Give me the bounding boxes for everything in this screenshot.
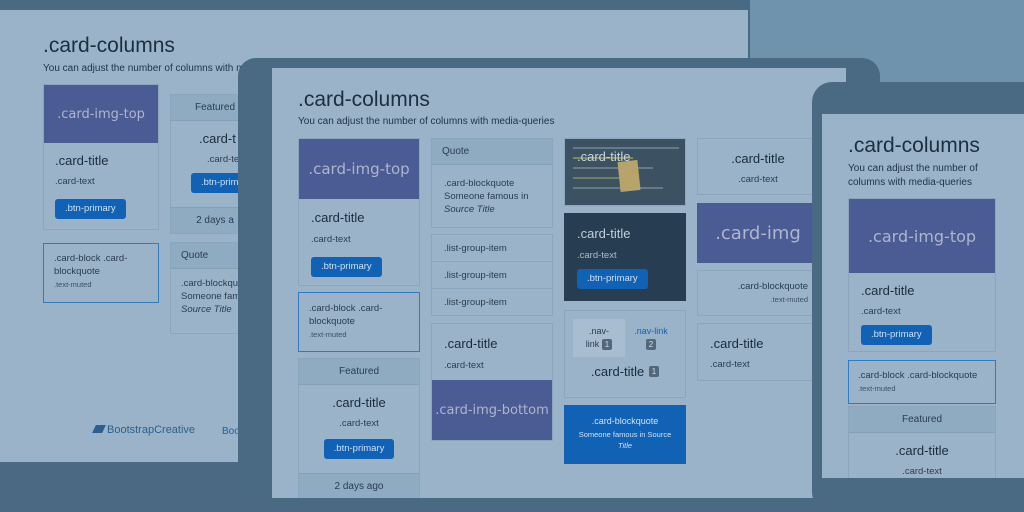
- nav-badge: 2: [645, 339, 657, 351]
- list-group-item[interactable]: .list-group-item: [432, 262, 552, 289]
- folder-icon: [617, 160, 641, 192]
- nav-tab-active[interactable]: .nav- link 1: [573, 319, 625, 357]
- card-img-top: .card-img-top: [44, 85, 158, 143]
- card-title: .card-title: [731, 151, 785, 166]
- card-img-top: .card-img-top: [299, 139, 419, 199]
- brand-logo: BootstrapCreative: [92, 424, 196, 436]
- quote-card: Quote .card-blockquote Someone famous in…: [431, 138, 553, 228]
- block-quote-card: .card-block .card- blockquote .text-mute…: [43, 243, 159, 303]
- card-img-top-card: .card-img-top .card-title .card-text .bt…: [43, 84, 159, 230]
- brand-name: BootstrapCreative: [107, 424, 196, 436]
- card-img-top-card: .card-img-top .card-title .card-text .bt…: [298, 138, 420, 286]
- page-title: .card-columns: [298, 88, 430, 111]
- card-text: .card-text: [311, 234, 351, 245]
- block-quote-line-1: .card-block .card-: [309, 303, 383, 314]
- block-quote-line-2: blockquote: [309, 316, 355, 327]
- featured-header: Featured: [849, 407, 995, 433]
- card-text: .card-text: [710, 359, 750, 370]
- blockquote-line-2: Someone famous in: [444, 191, 529, 202]
- phone-screen: .card-columns You can adjust the number …: [822, 114, 1024, 478]
- page-lead: You can adjust the number of columns wit…: [298, 116, 555, 127]
- screenshot-image-card: .card-title: [564, 138, 686, 206]
- featured-card: Featured .card-title .card-text .btn-pri…: [298, 358, 420, 498]
- blockquote-line-1: .card-blockquote: [591, 416, 659, 426]
- quote-header: Quote: [432, 139, 552, 165]
- card-title: .card-title: [311, 210, 365, 225]
- blockquote-line-1: .card-blockquote: [737, 281, 808, 292]
- block-quote-card: .card-block .card-blockquote .text-muted: [848, 360, 996, 404]
- nav-card: .nav- link 1 .nav-link 2 .card-title 1: [564, 310, 686, 398]
- text-muted: .text-muted: [858, 384, 896, 393]
- featured-header: Featured: [299, 359, 419, 385]
- card-title: .card-title: [895, 443, 949, 458]
- card-title: .card-title: [332, 395, 386, 410]
- card-text: .card-text: [861, 306, 901, 317]
- dark-card: .card-title .card-text .btn-primary: [564, 213, 686, 301]
- page-lead-line-1: You can adjust the number of: [848, 163, 978, 174]
- tablet-screen: .card-columns You can adjust the number …: [272, 68, 846, 498]
- nav-link-text: .nav-: [588, 326, 609, 336]
- nav-badge: 1: [601, 339, 613, 351]
- list-group-item[interactable]: .list-group-item: [432, 235, 552, 262]
- source-title: Title: [617, 441, 633, 450]
- title-text-card: .card-title .card-text: [697, 323, 819, 381]
- blockquote-line-2: Someone famous in Source: [578, 430, 672, 439]
- block-quote-line-2: blockquote: [54, 266, 100, 277]
- text-muted: .text-muted: [54, 280, 92, 289]
- primary-button[interactable]: .btn-primary: [311, 257, 382, 277]
- block-quote-line-1: .card-block .card-: [54, 253, 128, 264]
- primary-button[interactable]: .btn-primary: [55, 199, 126, 219]
- primary-button[interactable]: .btn-primary: [577, 269, 648, 289]
- card-text: .card-text: [339, 418, 379, 429]
- title-text-card: .card-title .card-text: [697, 138, 819, 195]
- page-title: .card-columns: [848, 134, 980, 157]
- page-title: .card-columns: [43, 34, 175, 57]
- card-img-bottom-card: .card-title .card-text .card-img-bottom: [431, 323, 553, 441]
- card-title: .card-title: [577, 226, 631, 241]
- list-group-card: .list-group-item .list-group-item .list-…: [431, 234, 553, 316]
- primary-blockquote-card: .card-blockquote Someone famous in Sourc…: [564, 405, 686, 464]
- code-line: [573, 177, 623, 179]
- nav-tab[interactable]: .nav-link 2: [625, 319, 677, 357]
- card-title: .card-title: [444, 336, 498, 351]
- card-title: .card-title: [861, 283, 915, 298]
- card-title: .card-title: [577, 149, 631, 164]
- nav-link-text: link: [585, 339, 600, 349]
- primary-button[interactable]: .btn-primary: [323, 439, 395, 459]
- primary-button[interactable]: .btn-primary: [861, 325, 932, 345]
- blockquote-line-1: .card-blockquote: [444, 178, 515, 189]
- block-quote-line: .card-block .card-blockquote: [858, 370, 978, 381]
- text-muted: .text-muted: [309, 330, 347, 339]
- page-lead: You can adjust the number of columns wit…: [43, 63, 256, 74]
- code-line: [573, 187, 663, 189]
- card-title: .card-title: [55, 153, 109, 168]
- blockquote-right-card: .card-blockquote .text-muted: [697, 270, 819, 316]
- card-img: .card-img: [697, 203, 819, 263]
- list-group-item[interactable]: .list-group-item: [432, 289, 552, 316]
- card-img-top: .card-img-top: [849, 199, 995, 273]
- card-text: .card-text: [902, 466, 942, 477]
- card-text: .card-text: [444, 360, 484, 371]
- card-img-bottom: .card-img-bottom: [432, 380, 552, 440]
- code-line: [573, 167, 653, 169]
- card-text: .card-text: [55, 176, 95, 187]
- card-title: .card-title: [710, 336, 764, 351]
- card-text: .card-text: [577, 250, 617, 261]
- page-lead-line-2: columns with media-queries: [848, 177, 972, 188]
- block-quote-card: .card-block .card- blockquote .text-mute…: [298, 292, 420, 352]
- brand-mark-icon: [92, 425, 106, 433]
- title-badge: 1: [648, 366, 660, 378]
- card-img-top-card: .card-img-top .card-title .card-text .bt…: [848, 198, 996, 352]
- card-title: .card-title: [590, 364, 645, 379]
- nav-link-text: .nav-link: [634, 326, 668, 336]
- page-lead: You can adjust the number of columns wit…: [848, 162, 978, 190]
- featured-footer: 2 days ago: [299, 473, 419, 498]
- featured-card: Featured .card-title .card-text: [848, 406, 996, 478]
- source-title: Source Title: [444, 204, 495, 215]
- text-muted: .text-muted: [770, 295, 808, 304]
- card-text: .card-text: [738, 174, 778, 185]
